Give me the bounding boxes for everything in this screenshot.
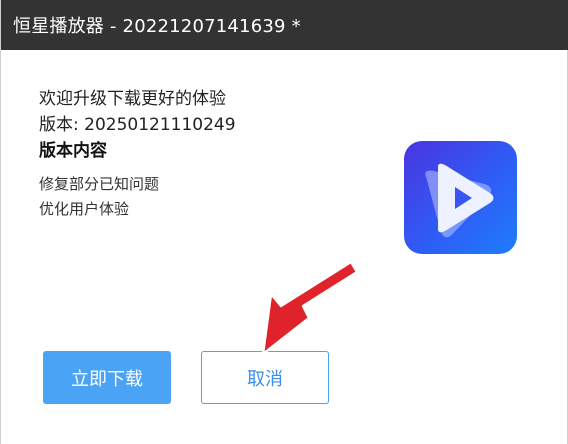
play-logo-icon xyxy=(404,141,517,254)
release-notes: 修复部分已知问题 优化用户体验 xyxy=(39,172,379,222)
download-now-button[interactable]: 立即下载 xyxy=(43,351,171,404)
cancel-button[interactable]: 取消 xyxy=(201,351,329,404)
window-title: 恒星播放器 - 20221207141639 * xyxy=(13,16,301,37)
release-note-item: 修复部分已知问题 xyxy=(39,175,160,193)
title-bar[interactable]: 恒星播放器 - 20221207141639 * xyxy=(1,0,568,50)
release-notes-heading: 版本内容 xyxy=(39,141,107,161)
release-note-item: 优化用户体验 xyxy=(39,200,130,218)
welcome-text: 欢迎升级下载更好的体验 xyxy=(39,89,226,109)
version-text: 版本: 20250121110249 xyxy=(39,115,236,135)
update-dialog: 恒星播放器 - 20221207141639 * 欢迎升级下载更好的体验 版本:… xyxy=(0,0,568,444)
update-info: 欢迎升级下载更好的体验 版本: 20250121110249 版本内容 修复部分… xyxy=(39,86,379,222)
